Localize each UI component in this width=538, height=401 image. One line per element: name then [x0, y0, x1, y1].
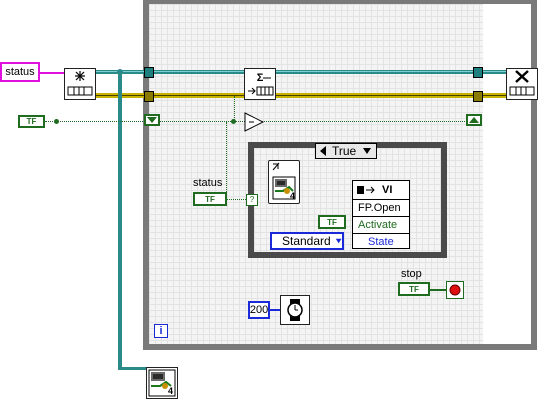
status-indicator-label: status	[193, 177, 223, 189]
stop-boolean-label: TF	[409, 284, 419, 294]
obtain-queue-node[interactable]	[64, 68, 96, 100]
property-row-activate[interactable]: Activate	[353, 217, 409, 234]
wire-junction-dot	[231, 119, 236, 124]
stop-label: stop	[401, 268, 422, 280]
boolean-true-constant-label: TF	[327, 217, 337, 227]
wait-ms-value: 200	[249, 304, 269, 316]
boolean-control-left-label: TF	[26, 117, 37, 126]
release-queue-icon	[509, 70, 535, 96]
wire-junction-dot	[54, 119, 59, 124]
dequeue-icon: Σ	[248, 72, 274, 96]
stop-wire	[430, 289, 446, 291]
loop-condition-terminal[interactable]	[446, 281, 464, 299]
status-string-terminal[interactable]: status	[0, 62, 40, 82]
release-queue-node[interactable]	[506, 68, 538, 100]
case-selector-value: True	[332, 144, 357, 158]
obtain-queue-icon	[65, 69, 95, 99]
case-prev-icon[interactable]	[318, 145, 328, 157]
error-tunnel-left	[144, 91, 154, 102]
stop-boolean-terminal[interactable]: TF	[398, 282, 430, 296]
refnum-wire-vertical	[118, 70, 122, 370]
boolean-true-constant[interactable]: TF	[318, 215, 346, 229]
wait-ms-constant[interactable]: 200	[248, 301, 270, 319]
case-selector[interactable]: True	[315, 143, 377, 159]
property-node[interactable]: VI FP.Open Activate State	[352, 180, 410, 249]
wait-watch-icon	[287, 299, 303, 321]
state-enum-value: Standard	[282, 234, 331, 248]
case-next-icon[interactable]	[362, 145, 372, 157]
iteration-terminal: i	[154, 324, 168, 338]
compare-triangle-icon	[244, 112, 265, 132]
status-wire	[226, 199, 248, 200]
error-tunnel-right	[473, 91, 483, 102]
property-row-fp-open-label: FP.Open	[358, 202, 401, 214]
shift-register-up-icon	[469, 117, 479, 123]
shift-register-down-icon	[147, 117, 157, 123]
refnum-wire-bottom	[118, 367, 146, 370]
boolean-dotted-wire-case	[226, 122, 227, 200]
property-row-state[interactable]: State	[353, 234, 409, 250]
this-vi-reference-node[interactable]: 4	[268, 160, 300, 204]
status-boolean-label: TF	[205, 194, 215, 204]
property-node-class: VI	[382, 184, 393, 196]
refnum-tunnel-left	[144, 67, 154, 78]
property-node-ref-icon	[357, 186, 375, 194]
case-selector-terminal: ?	[246, 194, 258, 206]
dequeue-node[interactable]: Σ	[244, 68, 276, 100]
iteration-terminal-label: i	[159, 325, 163, 337]
string-wire	[40, 72, 64, 74]
wire-junction-dot	[117, 69, 123, 75]
state-enum-constant[interactable]: Standard	[270, 232, 344, 250]
refnum-tunnel-right	[473, 67, 483, 78]
property-row-activate-label: Activate	[358, 219, 398, 231]
subvi-icon-number: 4	[167, 386, 173, 396]
enum-dropdown-icon[interactable]	[335, 236, 342, 246]
error-cluster-wire-inner	[95, 95, 507, 96]
shift-register-right[interactable]	[466, 114, 482, 126]
shift-register-left[interactable]	[144, 114, 160, 126]
status-boolean-terminal[interactable]: TF	[193, 192, 227, 206]
refnum-wire-top-inner	[95, 71, 507, 72]
compare-not-equal-node[interactable]	[244, 112, 265, 132]
this-vi-number: 4	[289, 191, 295, 201]
property-row-state-label: State	[368, 236, 394, 248]
boolean-control-left[interactable]: TF	[18, 115, 45, 128]
wait-ms-node[interactable]	[280, 295, 310, 325]
property-row-fp-open[interactable]: FP.Open	[353, 200, 409, 217]
status-string-label: status	[5, 66, 35, 78]
subvi-icon-node[interactable]: 4	[146, 367, 178, 399]
stop-sign-icon	[449, 284, 461, 296]
property-node-header: VI	[353, 181, 409, 200]
svg-text:Σ: Σ	[257, 72, 264, 84]
